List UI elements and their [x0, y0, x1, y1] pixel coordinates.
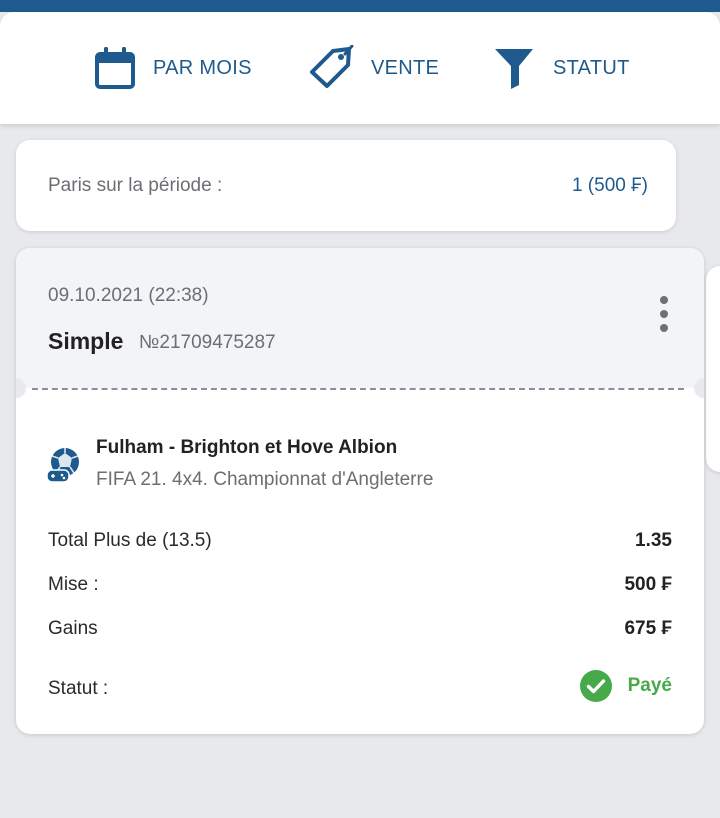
status-badge: Payé [579, 670, 672, 702]
calendar-icon [93, 45, 137, 91]
filter-by-status-button[interactable]: STATUT [493, 12, 630, 124]
bet-card-header: 09.10.2021 (22:38) Simple №21709475287 [16, 248, 704, 388]
filter-by-sale-label: VENTE [371, 56, 440, 79]
period-bets-value: 1 (500 ₣) [571, 175, 648, 196]
stake-label: Mise : [48, 574, 99, 595]
ticket-divider [32, 388, 684, 390]
next-card-peek [706, 266, 720, 472]
filter-by-status-label: STATUT [553, 56, 630, 79]
check-circle-icon [579, 670, 612, 702]
market-label: Total Plus de (13.5) [48, 530, 212, 551]
filter-icon [493, 45, 537, 91]
soccer-ball-icon [45, 446, 83, 484]
tag-icon [305, 44, 355, 91]
event-league: FIFA 21. 4x4. Championnat d'Angleterre [96, 469, 434, 490]
winnings-value: 675 ₣ [624, 618, 672, 639]
period-bets-label: Paris sur la période : [48, 175, 223, 196]
bet-number: №21709475287 [139, 332, 276, 353]
more-vertical-icon[interactable] [652, 296, 676, 332]
top-app-bar-edge [0, 0, 720, 12]
filter-toolbar: PAR MOIS VENTE STATUT [0, 12, 720, 124]
bet-type: Simple [48, 328, 124, 354]
filter-by-month-button[interactable]: PAR MOIS [93, 12, 252, 124]
status-label: Statut : [48, 678, 109, 699]
bet-card[interactable]: 09.10.2021 (22:38) Simple №21709475287 F… [16, 248, 704, 734]
filter-by-sale-button[interactable]: VENTE [305, 12, 439, 124]
event-title: Fulham - Brighton et Hove Albion [96, 437, 398, 458]
bet-datetime: 09.10.2021 (22:38) [48, 285, 209, 306]
winnings-label: Gains [48, 618, 98, 639]
period-summary-card: Paris sur la période : 1 (500 ₣) [16, 140, 676, 231]
market-odds: 1.35 [635, 530, 672, 551]
status-value: Payé [627, 675, 672, 696]
filter-by-month-label: PAR MOIS [153, 56, 252, 79]
ticket-notch-right [694, 378, 704, 398]
stake-value: 500 ₣ [624, 574, 672, 595]
